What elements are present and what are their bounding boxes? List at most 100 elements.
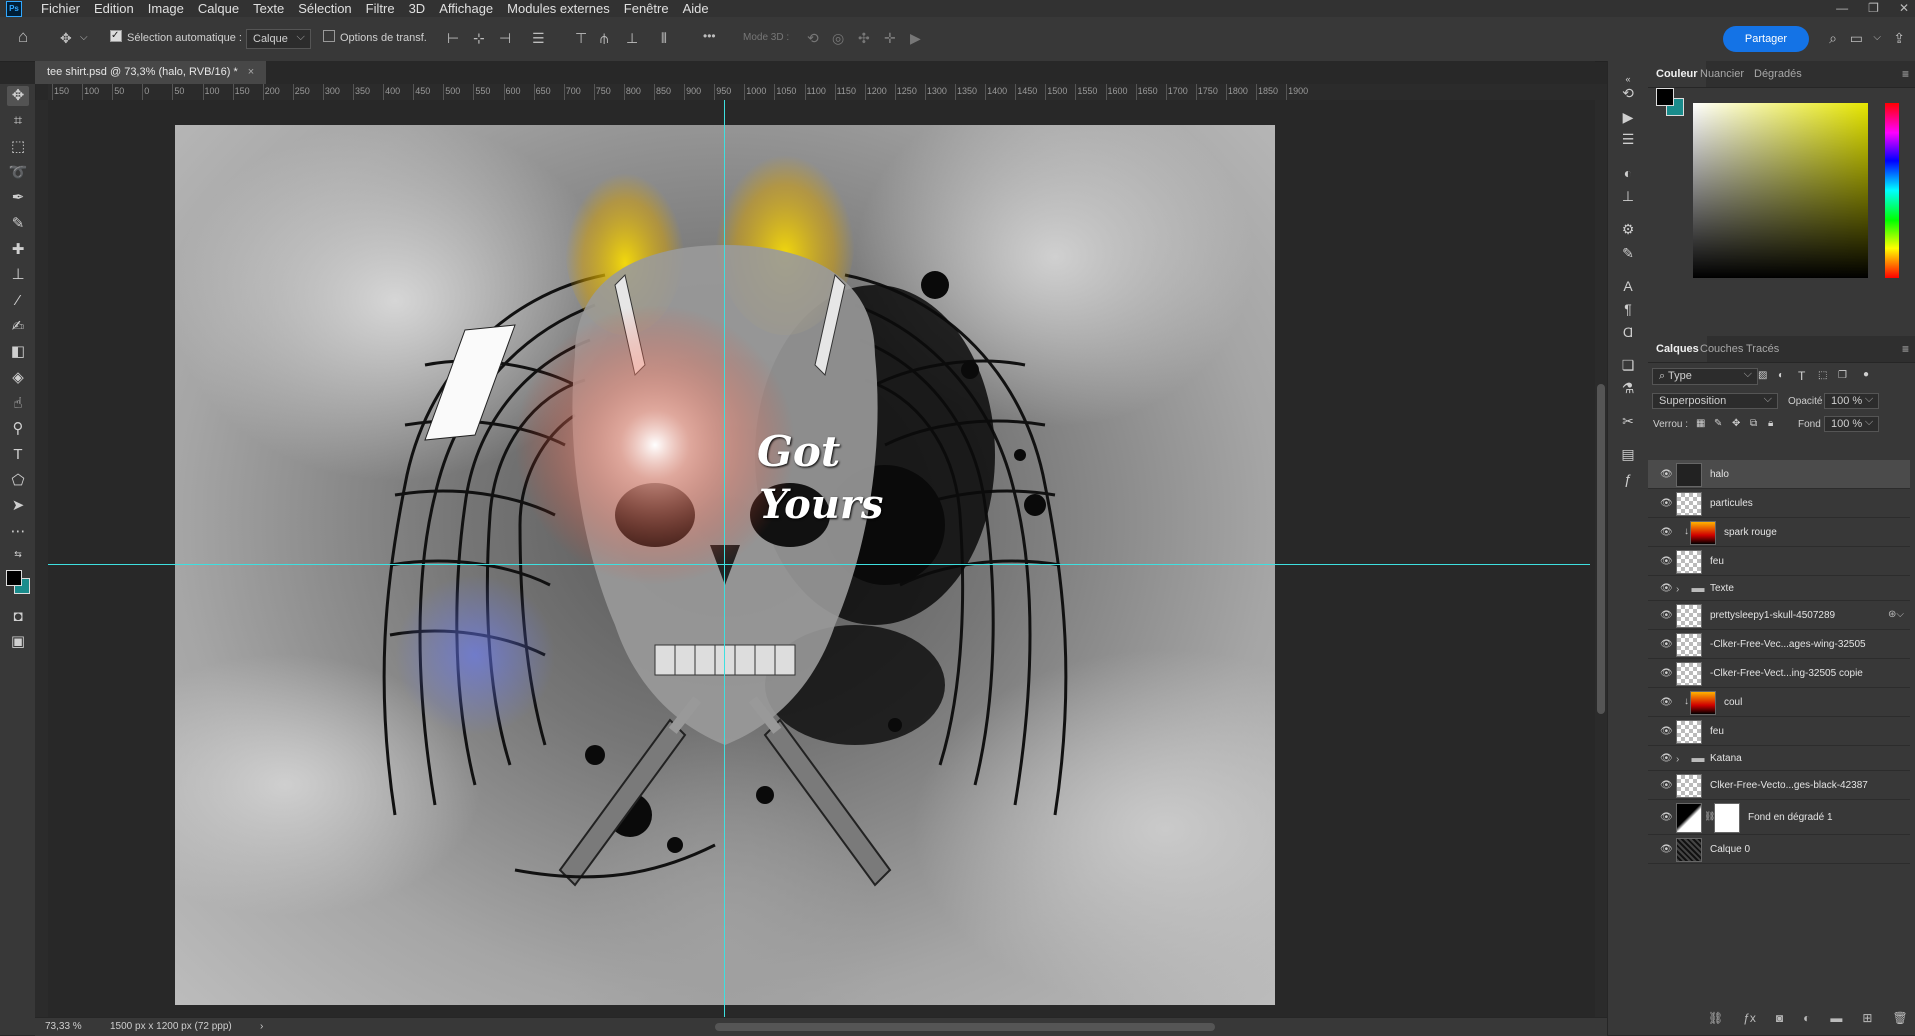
- video-camera-3d-icon[interactable]: ▶: [910, 30, 921, 46]
- fx-icon[interactable]: ƒ: [1618, 469, 1638, 489]
- document-canvas[interactable]: Got Yours: [175, 125, 1275, 1005]
- brush-settings-icon[interactable]: ◐: [1618, 163, 1638, 183]
- actions-play-icon[interactable]: ▶: [1618, 107, 1638, 127]
- add-mask-icon[interactable]: ◙: [1776, 1011, 1783, 1025]
- tools-icon[interactable]: ✂: [1618, 411, 1638, 431]
- smudge-tool-icon[interactable]: ☝: [7, 394, 29, 414]
- opacity-field[interactable]: 100 %: [1824, 393, 1880, 409]
- filter-smart-object-icon[interactable]: ❐: [1838, 370, 1847, 381]
- menu-filtre[interactable]: Filtre: [359, 0, 402, 17]
- share-button[interactable]: Partager: [1723, 26, 1809, 52]
- layer-row[interactable]: 👁︎ Clker-Free-Vecto...ges-black-42387: [1648, 771, 1910, 800]
- menu-modules-externes[interactable]: Modules externes: [500, 0, 617, 17]
- filter-type-icon[interactable]: T: [1798, 369, 1805, 383]
- visibility-eye-icon[interactable]: 👁︎: [1660, 668, 1673, 679]
- align-middle-icon[interactable]: ⫛: [600, 30, 608, 46]
- lock-pixels-icon[interactable]: ✎: [1714, 418, 1722, 429]
- move-tool-icon[interactable]: ✥: [60, 30, 72, 46]
- lock-artboard-icon[interactable]: ⧉: [1750, 418, 1757, 429]
- workspace-icon[interactable]: ▭: [1850, 30, 1863, 46]
- more-options-button[interactable]: •••: [703, 28, 716, 44]
- workspace-chevron-icon[interactable]: ⌵: [1873, 30, 1881, 46]
- home-icon[interactable]: ⌂: [18, 28, 28, 45]
- layer-row[interactable]: 👁︎ feu: [1648, 717, 1910, 746]
- menu-calque[interactable]: Calque: [191, 0, 246, 17]
- auto-select-checkbox[interactable]: [110, 28, 122, 44]
- swap-colors-icon[interactable]: ⇆: [7, 544, 29, 564]
- smart-filter-icon[interactable]: ⊛⌵: [1888, 609, 1904, 620]
- eyedropper-tool-icon[interactable]: ⁄: [7, 291, 29, 311]
- lock-position-icon[interactable]: ✥: [1732, 418, 1740, 429]
- visibility-eye-icon[interactable]: 👁︎: [1660, 780, 1673, 791]
- styles-icon[interactable]: ⚗: [1618, 378, 1638, 398]
- quick-selection-tool-icon[interactable]: ✎: [7, 214, 29, 234]
- align-left-icon[interactable]: ⊢: [447, 30, 459, 46]
- filter-toggle-icon[interactable]: ●: [1863, 369, 1869, 380]
- tab-nuancier[interactable]: Nuancier: [1700, 61, 1744, 87]
- glyphs-icon[interactable]: Ɑ: [1618, 322, 1638, 342]
- layer-row[interactable]: 👁︎ ↓ coul: [1648, 688, 1910, 717]
- layer-row[interactable]: 👁︎ Calque 0: [1648, 835, 1910, 864]
- lasso-tool-icon[interactable]: ➰: [7, 163, 29, 183]
- clone-source-icon[interactable]: ⊥: [1618, 186, 1638, 206]
- transform-options-checkbox[interactable]: [323, 30, 335, 42]
- delete-layer-icon[interactable]: 🗑︎: [1892, 1011, 1907, 1025]
- layer-row[interactable]: 👁︎ ↓ spark rouge: [1648, 518, 1910, 547]
- document-tab[interactable]: tee shirt.psd @ 73,3% (halo, RVB/16) * ×: [35, 61, 267, 84]
- adjustments-icon[interactable]: ☰: [1618, 129, 1638, 149]
- type-tool-icon[interactable]: T: [7, 445, 29, 465]
- visibility-eye-icon[interactable]: 👁︎: [1660, 556, 1673, 567]
- visibility-eye-icon[interactable]: 👁︎: [1660, 469, 1673, 480]
- menu-affichage[interactable]: Affichage: [432, 0, 500, 17]
- color-panel-foreground-swatch[interactable]: [1656, 88, 1674, 106]
- direct-selection-tool-icon[interactable]: ➤: [7, 496, 29, 516]
- visibility-eye-icon[interactable]: 👁︎: [1660, 726, 1673, 737]
- color-panel-menu-icon[interactable]: ≡: [1902, 67, 1909, 81]
- properties-icon[interactable]: ⚙: [1618, 219, 1638, 239]
- menu-selection[interactable]: Sélection: [291, 0, 358, 17]
- tab-calques[interactable]: Calques: [1648, 336, 1707, 362]
- group-expand-chevron-icon[interactable]: ›: [1676, 584, 1679, 595]
- stamp-tool-icon[interactable]: ⊥: [7, 265, 29, 285]
- dodge-tool-icon[interactable]: ⚲: [7, 419, 29, 439]
- tab-couches[interactable]: Couches: [1700, 336, 1743, 362]
- path-selection-tool-icon[interactable]: ⬠: [7, 471, 29, 491]
- menu-fenetre[interactable]: Fenêtre: [617, 0, 676, 17]
- share-document-icon[interactable]: ⇪: [1893, 30, 1905, 46]
- layer-row[interactable]: 👁︎ -Clker-Free-Vec...ages-wing-32505: [1648, 630, 1910, 659]
- slide-3d-icon[interactable]: ✛: [884, 30, 896, 46]
- filter-pixel-icon[interactable]: ▨: [1758, 370, 1767, 381]
- paint-bucket-tool-icon[interactable]: ◈: [7, 368, 29, 388]
- menu-aide[interactable]: Aide: [676, 0, 716, 17]
- align-center-h-icon[interactable]: ⊹: [473, 30, 485, 46]
- tab-degrades[interactable]: Dégradés: [1754, 61, 1802, 87]
- visibility-eye-icon[interactable]: 👁︎: [1660, 610, 1673, 621]
- layer-group-row[interactable]: 👁︎ › ▬ Katana: [1648, 746, 1910, 771]
- quick-mask-icon[interactable]: ◘: [7, 607, 29, 627]
- foreground-color-swatch[interactable]: [6, 570, 22, 586]
- visibility-eye-icon[interactable]: 👁︎: [1660, 583, 1673, 594]
- close-window-button[interactable]: ✕: [1899, 0, 1909, 17]
- layers-panel-menu-icon[interactable]: ≡: [1902, 342, 1909, 356]
- layer-row[interactable]: 👁︎ halo: [1648, 460, 1910, 489]
- layer-row[interactable]: 👁︎ ⛓ Fond en dégradé 1: [1648, 800, 1910, 835]
- fill-field[interactable]: 100 %: [1824, 416, 1880, 432]
- horizontal-guide[interactable]: [48, 564, 1590, 565]
- visibility-eye-icon[interactable]: 👁︎: [1660, 812, 1673, 823]
- tool-preset-chevron-icon[interactable]: ⌵: [80, 30, 88, 46]
- align-bottom-icon[interactable]: ⊥: [626, 30, 638, 46]
- link-layers-icon[interactable]: ⛓: [1708, 1011, 1723, 1025]
- channels-icon[interactable]: ▤: [1618, 444, 1638, 464]
- new-layer-icon[interactable]: ⊞: [1862, 1011, 1872, 1025]
- visibility-eye-icon[interactable]: 👁︎: [1660, 639, 1673, 650]
- orbit-3d-icon[interactable]: ⟲: [807, 30, 819, 46]
- layer-row[interactable]: 👁︎ -Clker-Free-Vect...ing-32505 copie: [1648, 659, 1910, 688]
- crop-tool-icon[interactable]: ⌗: [7, 111, 29, 131]
- layer-row[interactable]: 👁︎ feu: [1648, 547, 1910, 576]
- pen-tool-icon[interactable]: ✒: [7, 188, 29, 208]
- layer-style-icon[interactable]: ƒx: [1743, 1011, 1756, 1025]
- close-tab-button[interactable]: ×: [248, 66, 254, 78]
- menu-fichier[interactable]: Fichier: [34, 0, 87, 17]
- tab-couleur[interactable]: Couleur: [1648, 61, 1706, 87]
- visibility-eye-icon[interactable]: 👁︎: [1660, 498, 1673, 509]
